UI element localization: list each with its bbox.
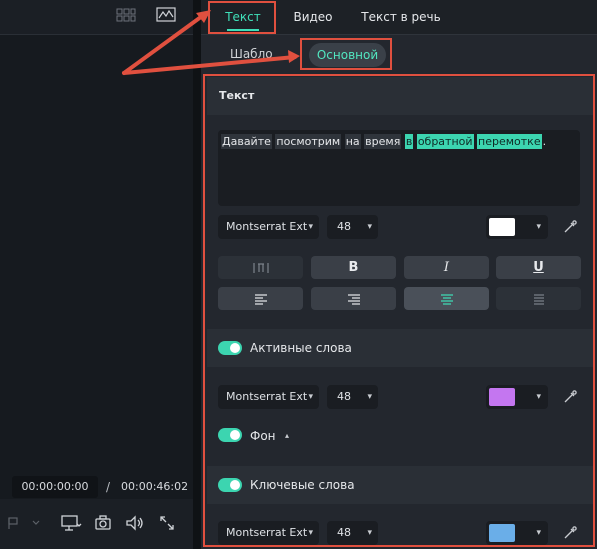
video-preview [0, 35, 193, 499]
total-time: 00:00:46:02 [121, 480, 189, 493]
tab-text-to-speech[interactable]: Текст в речь [356, 0, 446, 34]
display-icon[interactable] [60, 514, 82, 532]
annotation-box-basic [300, 38, 392, 70]
panel-divider[interactable] [193, 0, 201, 549]
camera-icon[interactable] [94, 514, 112, 532]
time-separator: / [106, 480, 111, 494]
annotation-box-tab [208, 1, 276, 34]
volume-icon[interactable] [125, 514, 145, 532]
tab-video[interactable]: Видео [290, 0, 336, 34]
grid-icon[interactable] [116, 7, 136, 23]
preview-panel [0, 0, 193, 549]
subtab-templates[interactable]: Шабло [230, 44, 273, 64]
waveform-icon[interactable] [156, 6, 176, 24]
annotation-box-panel [203, 74, 595, 547]
fullscreen-icon[interactable] [158, 514, 176, 532]
marker-dropdown-icon[interactable] [6, 515, 40, 531]
current-time[interactable]: 00:00:00:00 [12, 476, 98, 498]
